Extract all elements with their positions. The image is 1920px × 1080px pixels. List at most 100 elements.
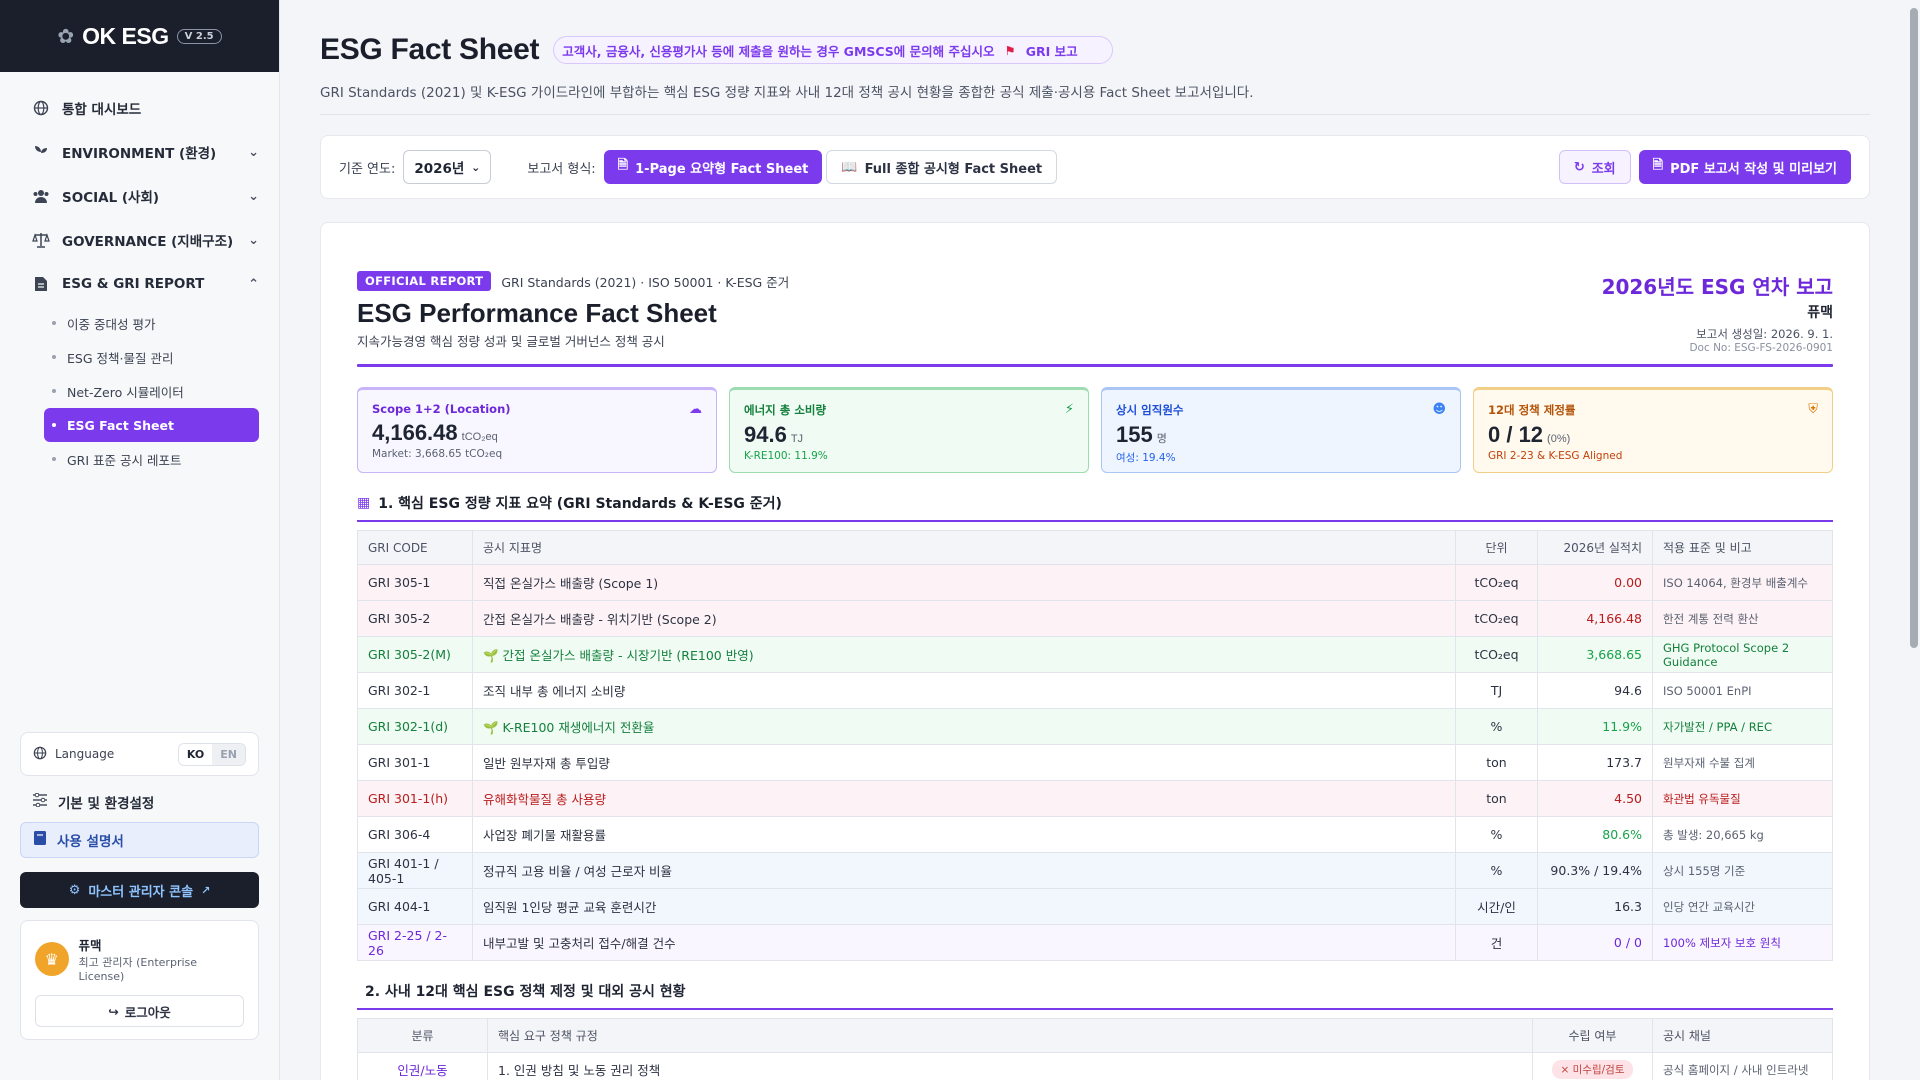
scale-icon <box>30 229 52 251</box>
table-icon: ▦ <box>357 495 371 511</box>
pdf-button[interactable]: 🗎 PDF 보고서 작성 및 미리보기 <box>1638 150 1851 184</box>
kpi-value: 0 / 12 <box>1488 422 1544 447</box>
nav-governance[interactable]: GOVERNANCE (지배구조) ⌄ <box>30 218 259 262</box>
lang-en-button[interactable]: EN <box>212 743 245 765</box>
cell-unit: % <box>1455 816 1538 853</box>
chevron-down-icon: ⌄ <box>248 188 259 204</box>
manual-label: 사용 설명서 <box>57 834 124 850</box>
cell-note: 원부자재 수불 집계 <box>1652 744 1833 781</box>
scrollbar[interactable] <box>1910 8 1918 648</box>
user-cog-icon: ⚙ <box>68 882 81 898</box>
table-row: GRI 302-1(d) 🌱 K-RE100 재생에너지 전환율% 11.9% 자가발… <box>357 708 1833 745</box>
format-full-label: Full 종합 공시형 Fact Sheet <box>864 161 1043 177</box>
kpi-value: 94.6 <box>744 422 787 447</box>
ticker-text: 고객사, 금융사, 신용평가사 등에 제출을 원하는 경우 GMSCS에 문의해… <box>562 43 995 59</box>
chevron-down-icon: ⌄ <box>248 144 259 160</box>
policy-table: 분류 핵심 요구 정책 규정 수립 여부 공시 채널 인권/노동 1. 인권 방… <box>357 1018 1833 1080</box>
chevron-down-icon: ⌄ <box>248 232 259 248</box>
nav-social[interactable]: SOCIAL (사회) ⌄ <box>30 174 259 218</box>
page-description: GRI Standards (2021) 및 K-ESG 가이드라인에 부합하는… <box>320 81 1870 115</box>
cell-name: 조직 내부 총 에너지 소비량 <box>472 672 1456 709</box>
cell-channel: 공식 홈페이지 / 사내 인트라넷 <box>1652 1052 1833 1080</box>
cell-unit: % <box>1455 708 1538 745</box>
format-full-button[interactable]: 📖 Full 종합 공시형 Fact Sheet <box>826 150 1058 184</box>
sub-item-netzero[interactable]: Net-Zero 시뮬레이터 <box>44 374 259 408</box>
cell-value: 0 / 0 <box>1537 924 1653 961</box>
cell-name: K-RE100 재생에너지 전환율 <box>502 720 655 735</box>
kpi-value: 155 <box>1116 422 1153 447</box>
kpi-unit: TJ <box>790 433 804 445</box>
sub-item-fact-sheet[interactable]: ESG Fact Sheet <box>44 408 259 442</box>
cell-name: 일반 원부자재 총 투입량 <box>472 744 1456 781</box>
lang-ko-button[interactable]: KO <box>178 743 213 765</box>
seedling-icon: 🌱 <box>483 648 503 663</box>
notice-ticker: 고객사, 금융사, 신용평가사 등에 제출을 원하는 경우 GMSCS에 문의해… <box>553 36 1114 64</box>
cell-unit: tCO₂eq <box>1455 636 1538 673</box>
year-select[interactable]: 2026년 ⌄ <box>403 150 492 184</box>
cell-code: GRI 306-4 <box>357 816 473 853</box>
cell-policy: 1. 인권 방침 및 노동 권리 정책 <box>487 1052 1533 1080</box>
manual-link[interactable]: 사용 설명서 <box>20 822 259 858</box>
table-row: GRI 301-1 일반 원부자재 총 투입량 ton 173.7 원부자재 수불 집계 <box>357 744 1833 781</box>
cell-code: GRI 302-1(d) <box>357 708 473 745</box>
master-console-button[interactable]: ⚙ 마스터 관리자 콘솔 ↗ <box>20 872 259 908</box>
settings-link[interactable]: 기본 및 환경설정 <box>20 784 259 820</box>
cell-name: 정규직 고용 비율 / 여성 근로자 비율 <box>472 852 1456 889</box>
cell-value: 4,166.48 <box>1537 600 1653 637</box>
toolbar: 기준 연도: 2026년 ⌄ 보고서 형식: 🗎 1-Page 요약형 Fact… <box>320 135 1870 199</box>
cell-name: 간접 온실가스 배출량 - 시장기반 (RE100 반영) <box>502 648 754 663</box>
col-header: 분류 <box>357 1018 488 1053</box>
format-label: 보고서 형식: <box>527 161 596 177</box>
cell-name: 유해화학물질 총 사용량 <box>472 780 1456 817</box>
sidebar: ✿ OK ESG V 2.5 통합 대시보드 ENVIRONMENT (환경) … <box>0 0 280 1080</box>
brand-name: OK ESG <box>82 22 169 49</box>
report-submenu: 이중 중대성 평가 ESG 정책·물질 관리 Net-Zero 시뮬레이터 ES… <box>30 306 259 476</box>
language-selector: Language KO EN <box>20 732 259 776</box>
cloud-icon: ☁ <box>689 402 702 417</box>
nav-environment[interactable]: ENVIRONMENT (환경) ⌄ <box>30 130 259 174</box>
globe-icon <box>33 746 47 763</box>
kpi-card-policy: 12대 정책 제정률 0 / 12 (0%) GRI 2-23 & K-ESG A… <box>1473 387 1833 473</box>
cell-note: ISO 14064, 환경부 배출계수 <box>1652 564 1833 601</box>
sub-item-materiality[interactable]: 이중 중대성 평가 <box>44 306 259 340</box>
main-nav: 통합 대시보드 ENVIRONMENT (환경) ⌄ SOCIAL (사회) ⌄… <box>0 72 279 476</box>
kpi-value: 4,166.48 <box>372 420 458 445</box>
sub-item-gri-report[interactable]: GRI 표준 공시 레포트 <box>44 442 259 476</box>
cell-unit: % <box>1455 852 1538 889</box>
table-row: GRI 305-2 간접 온실가스 배출량 - 위치기반 (Scope 2) tCO… <box>357 600 1833 637</box>
logo[interactable]: ✿ OK ESG V 2.5 <box>0 0 279 72</box>
shield-icon: ⛨ <box>1808 402 1818 417</box>
cell-value: 4.50 <box>1537 780 1653 817</box>
cell-name: 임직원 1인당 평균 교육 훈련시간 <box>472 888 1456 925</box>
section1-title: ▦ 1. 핵심 ESG 정량 지표 요약 (GRI Standards & K-… <box>357 493 1833 522</box>
nav-environment-label: ENVIRONMENT (환경) <box>62 146 217 162</box>
format-1page-button[interactable]: 🗎 1-Page 요약형 Fact Sheet <box>603 150 823 184</box>
cell-note: 한전 계통 전력 환산 <box>1652 600 1833 637</box>
sub-item-policy[interactable]: ESG 정책·물질 관리 <box>44 340 259 374</box>
cell-name: 내부고발 및 고충처리 접수/해결 건수 <box>472 924 1456 961</box>
cell-value: 173.7 <box>1537 744 1653 781</box>
cell-unit: 건 <box>1455 924 1538 961</box>
report-org: 퓨맥 <box>1807 305 1833 321</box>
year-label: 기준 연도: <box>339 161 396 177</box>
pdf-label: PDF 보고서 작성 및 미리보기 <box>1670 161 1837 177</box>
cell-value: 16.3 <box>1537 888 1653 925</box>
cell-value: 94.6 <box>1537 672 1653 709</box>
logout-button[interactable]: ↪ 로그아웃 <box>35 995 244 1027</box>
file-icon: 🗎 <box>617 158 629 173</box>
esg-metrics-table: GRI CODE 공시 지표명 단위 2026년 실적치 적용 표준 및 비고 … <box>357 530 1833 961</box>
cell-code: GRI 301-1(h) <box>357 780 473 817</box>
col-header: 수립 여부 <box>1532 1018 1653 1053</box>
kpi-unit: tCO₂eq <box>461 431 498 443</box>
report-title: ESG Performance Fact Sheet <box>357 298 717 328</box>
kpi-label: 에너지 총 소비량 <box>744 403 827 417</box>
bullet-icon <box>52 457 56 461</box>
nav-report[interactable]: ESG & GRI REPORT ⌃ <box>30 262 259 306</box>
cell-value: 0.00 <box>1537 564 1653 601</box>
nav-dashboard[interactable]: 통합 대시보드 <box>30 86 259 130</box>
col-header: 핵심 요구 정책 규정 <box>487 1018 1533 1053</box>
bolt-icon: ⚡ <box>1064 402 1074 417</box>
cell-note: 총 발생: 20,665 kg <box>1652 816 1833 853</box>
query-button[interactable]: ↻ 조회 <box>1558 150 1631 184</box>
year-value: 2026년 <box>414 161 465 177</box>
